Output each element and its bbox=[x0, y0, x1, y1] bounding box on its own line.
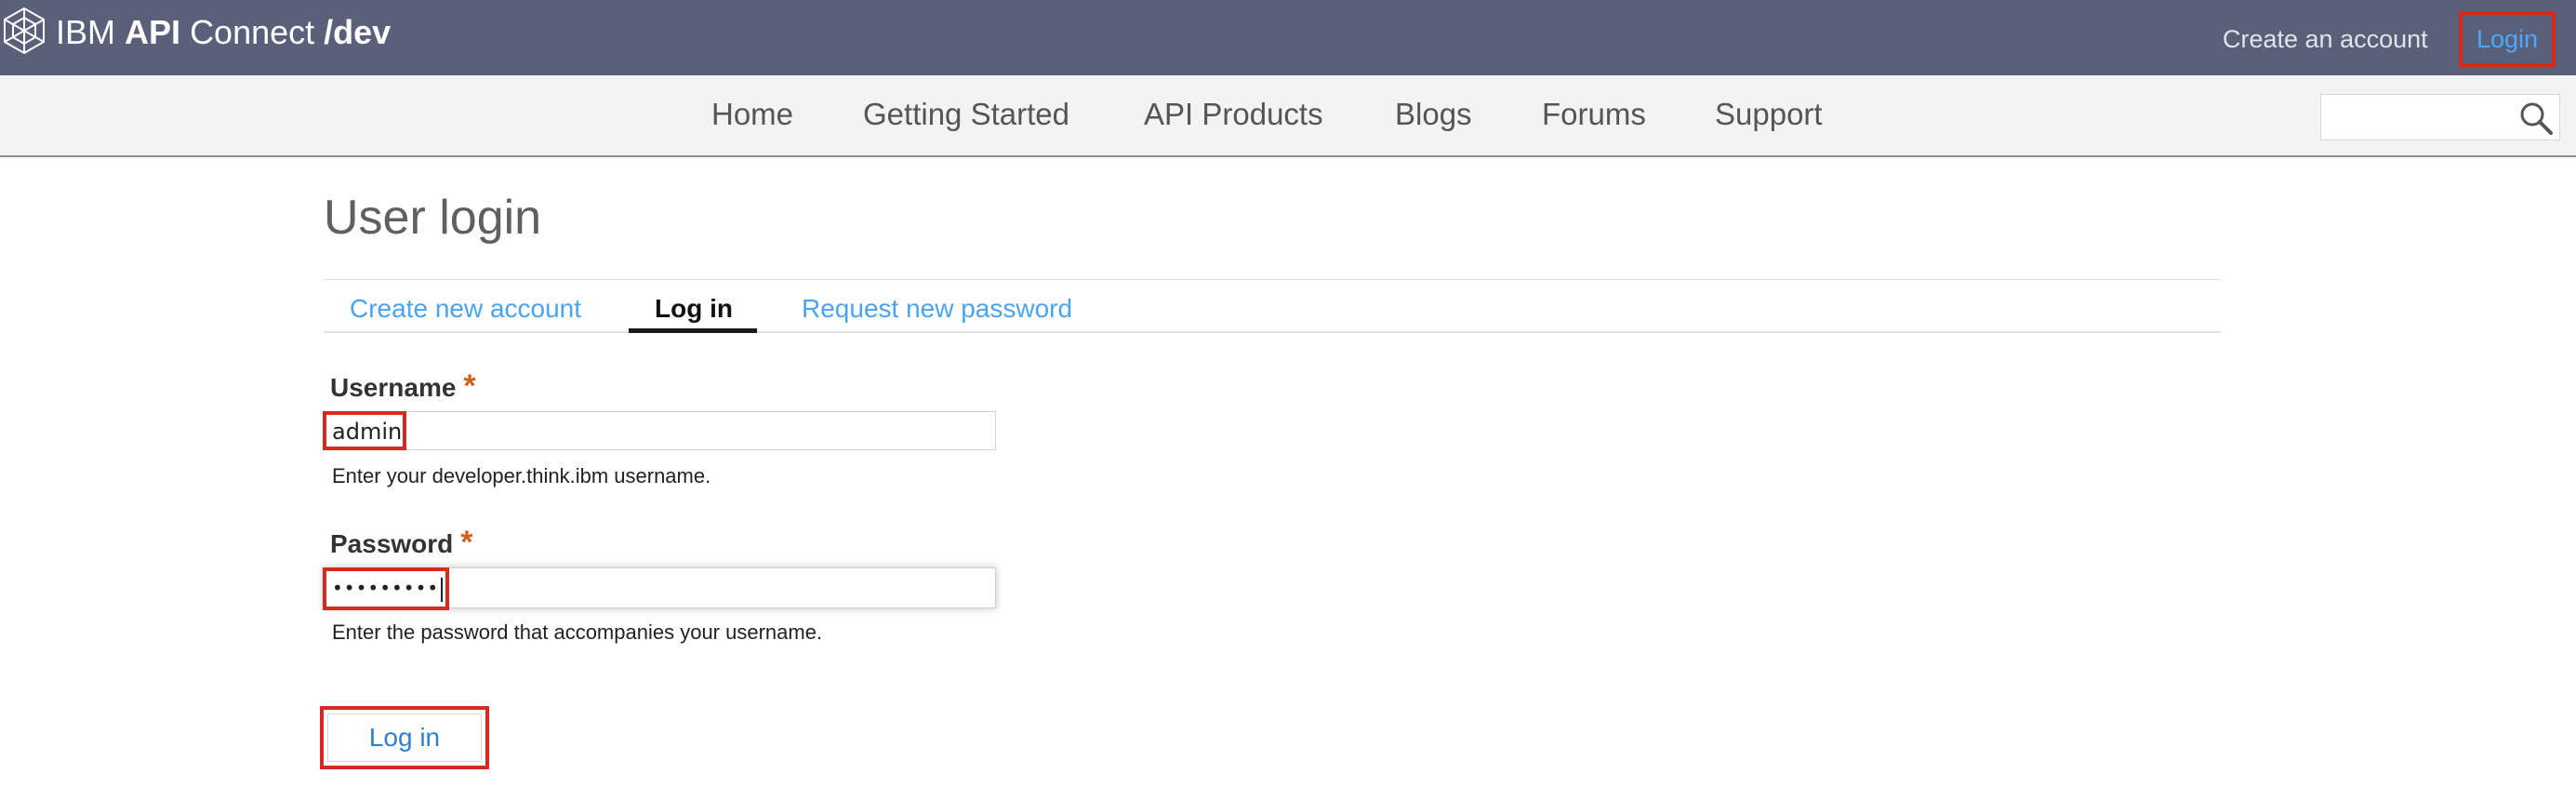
brand-title[interactable]: IBM API Connect/dev bbox=[56, 13, 391, 52]
brand-environment: /dev bbox=[324, 13, 392, 51]
nav-item-forums[interactable]: Forums bbox=[1542, 96, 1646, 133]
username-highlight bbox=[323, 411, 406, 450]
ibm-globe-icon[interactable] bbox=[0, 7, 48, 55]
search-input[interactable] bbox=[2325, 99, 2511, 136]
username-label-text: Username bbox=[330, 373, 457, 402]
nav-item-blogs[interactable]: Blogs bbox=[1395, 96, 1472, 133]
create-account-link[interactable]: Create an account bbox=[2223, 24, 2428, 54]
login-tabs: Create new account Log in Request new pa… bbox=[324, 279, 2221, 333]
tab-create-new-account[interactable]: Create new account bbox=[350, 293, 581, 325]
password-required-mark: * bbox=[460, 525, 473, 560]
login-link[interactable]: Login bbox=[2459, 11, 2556, 67]
log-in-button[interactable]: Log in bbox=[320, 706, 489, 769]
brand-api: API bbox=[125, 13, 181, 51]
username-field[interactable]: admin bbox=[324, 411, 996, 450]
top-header: IBM API Connect/dev Create an account Lo… bbox=[0, 0, 2576, 75]
password-highlight bbox=[323, 567, 449, 610]
nav-item-api-products[interactable]: API Products bbox=[1144, 96, 1323, 133]
username-label: Username * bbox=[330, 370, 476, 404]
password-label: Password * bbox=[330, 527, 473, 560]
password-label-text: Password bbox=[330, 529, 454, 558]
password-help-text: Enter the password that accompanies your… bbox=[332, 620, 823, 644]
nav-item-home[interactable]: Home bbox=[711, 96, 793, 133]
nav-item-support[interactable]: Support bbox=[1715, 96, 1823, 133]
tab-request-new-password[interactable]: Request new password bbox=[802, 293, 1072, 325]
search-box bbox=[2320, 94, 2560, 140]
page-title: User login bbox=[324, 191, 542, 245]
log-in-button-label: Log in bbox=[327, 714, 482, 762]
username-required-mark: * bbox=[463, 368, 476, 404]
active-tab-indicator bbox=[629, 328, 757, 333]
main-navigation: Home Getting Started API Products Blogs … bbox=[0, 75, 2576, 157]
brand-connect: Connect bbox=[190, 13, 315, 51]
search-icon[interactable] bbox=[2518, 100, 2554, 136]
nav-item-getting-started[interactable]: Getting Started bbox=[863, 96, 1069, 133]
tab-log-in[interactable]: Log in bbox=[655, 293, 733, 325]
username-help-text: Enter your developer.think.ibm username. bbox=[332, 464, 711, 487]
brand-ibm: IBM bbox=[56, 13, 116, 51]
